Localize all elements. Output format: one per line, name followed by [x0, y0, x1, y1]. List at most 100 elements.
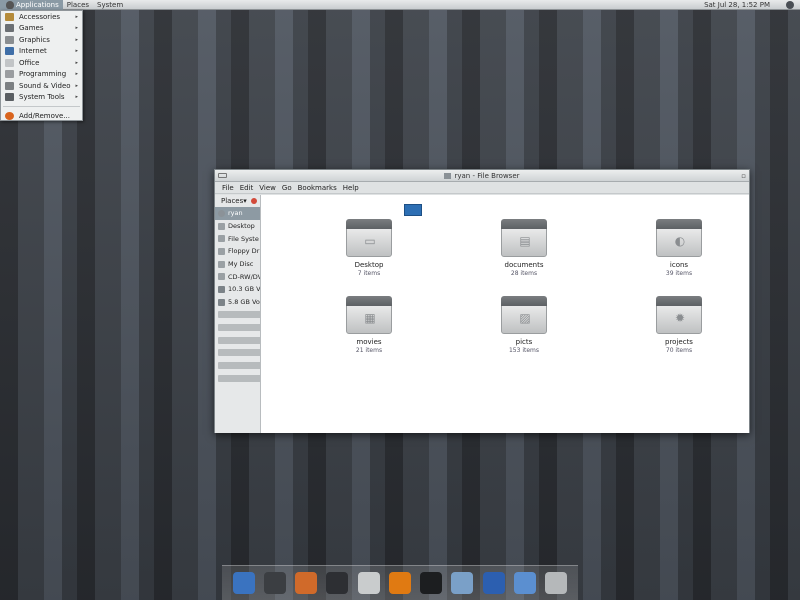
sidebar-item[interactable]: CD-RW/DV [215, 270, 260, 283]
harddisk-icon[interactable] [545, 572, 568, 594]
system-menu[interactable]: System [93, 0, 127, 10]
menu-item-accessories[interactable]: Accessories ▸ [1, 11, 82, 23]
folder-item[interactable]: ▦ movies 21 items [329, 296, 409, 354]
menu-edit[interactable]: Edit [237, 184, 257, 192]
folder-item[interactable]: ✹ projects 70 items [639, 296, 719, 354]
text-editor-icon[interactable] [451, 572, 474, 594]
sidebar-item[interactable]: Desktop [215, 220, 260, 233]
sidebar-item[interactable]: documen [215, 359, 260, 372]
desktop-icon [218, 222, 225, 230]
sidebar-item[interactable]: projects [215, 372, 260, 385]
drive-icon [218, 298, 225, 306]
menu-file[interactable]: File [219, 184, 237, 192]
power-icon[interactable] [786, 1, 794, 9]
disc-icon [218, 260, 225, 268]
menu-item-label: Games [19, 24, 44, 33]
sound-video-icon [5, 81, 14, 90]
sidebar-item[interactable]: .icons [215, 309, 260, 322]
folder-item-count: 7 items [357, 270, 381, 277]
chat-icon[interactable] [482, 572, 505, 594]
menu-item-games[interactable]: Games ▸ [1, 23, 82, 35]
folder-item-count: 70 items [665, 347, 693, 354]
sidebar-item[interactable]: My Disc [215, 258, 260, 271]
places-menu[interactable]: Places [63, 0, 93, 10]
menu-item-add-remove[interactable]: Add/Remove... [1, 110, 82, 122]
folder-name: icons [669, 261, 689, 269]
mail-icon[interactable] [326, 572, 349, 594]
gnome-foot-icon [6, 0, 14, 9]
sidebar-item[interactable]: 5.8 GB Vo [215, 296, 260, 309]
calculator-icon[interactable] [357, 572, 380, 594]
window-controls-icon[interactable]: ▫ [741, 172, 746, 180]
submenu-arrow-icon: ▸ [75, 36, 78, 43]
folder-name: Desktop [354, 261, 384, 269]
office-icon [5, 58, 14, 67]
folder-emblem-icon: ▤ [519, 234, 531, 248]
sidebar-item[interactable]: movies [215, 334, 260, 347]
folder-icon: ▦ [346, 296, 392, 334]
applications-dropdown: Accessories ▸ Games ▸ Graphics ▸ Internet ▸ Offi… [0, 10, 83, 121]
menu-item-label: Sound & Video [19, 81, 71, 90]
window-titlebar[interactable]: ryan - File Browser ▫ [215, 170, 749, 182]
menu-view[interactable]: View [256, 184, 279, 192]
folder-item-count: 28 items [510, 270, 538, 277]
close-sidebar-icon[interactable] [251, 198, 257, 204]
menu-item-sound-video[interactable]: Sound & Video ▸ [1, 80, 82, 92]
folder-emblem-icon: ▨ [519, 311, 531, 325]
selection-tag-icon [404, 204, 422, 216]
folder-icon [218, 311, 260, 319]
folder-icon: ▨ [501, 296, 547, 334]
clock-icon[interactable] [263, 572, 286, 594]
menu-item-label: Office [19, 58, 40, 67]
internet-icon [5, 47, 14, 56]
sidebar-item[interactable]: 10.3 GB V [215, 283, 260, 296]
accessories-icon [5, 12, 14, 21]
panel-clock[interactable]: Sat Jul 28, 1:52 PM [704, 0, 770, 10]
folder-item[interactable]: ◐ icons 39 items [639, 219, 719, 277]
folder-icon: ✹ [656, 296, 702, 334]
sidebar-item[interactable]: File Syste [215, 232, 260, 245]
folder-emblem-icon: ✹ [674, 311, 686, 325]
folder-item[interactable]: ▨ picts 153 items [484, 296, 564, 354]
menu-item-internet[interactable]: Internet ▸ [1, 46, 82, 58]
home-icon [218, 209, 225, 217]
folder-item-count: 21 items [355, 347, 383, 354]
menu-item-label: System Tools [19, 93, 65, 102]
finder-icon[interactable] [232, 572, 255, 594]
browser-icon[interactable] [514, 572, 537, 594]
menu-bookmarks[interactable]: Bookmarks [295, 184, 340, 192]
vlc-icon[interactable] [388, 572, 411, 594]
filesystem-icon [218, 235, 225, 243]
drive-icon [218, 285, 225, 293]
menu-item-system-tools[interactable]: System Tools ▸ [1, 92, 82, 104]
add-remove-icon [5, 111, 14, 120]
menu-go[interactable]: Go [279, 184, 295, 192]
sidebar-item[interactable]: .themes [215, 347, 260, 360]
folder-item[interactable]: ▤ documents 28 items [484, 219, 564, 277]
menu-item-graphics[interactable]: Graphics ▸ [1, 34, 82, 46]
menu-item-programming[interactable]: Programming ▸ [1, 69, 82, 81]
folder-name: projects [665, 338, 693, 346]
submenu-arrow-icon: ▸ [75, 13, 78, 20]
menu-item-label: Programming [19, 70, 67, 79]
window-menu-icon[interactable] [218, 173, 227, 178]
applications-label: Applications [16, 0, 59, 9]
firefox-icon[interactable] [295, 572, 318, 594]
menu-item-office[interactable]: Office ▸ [1, 57, 82, 69]
sidebar-item-label: ryan [228, 209, 243, 218]
menu-help[interactable]: Help [340, 184, 362, 192]
sidebar-item[interactable]: ryan [215, 207, 260, 220]
sidebar-item[interactable]: Floppy Dr [215, 245, 260, 258]
folder-name: picts [515, 338, 533, 346]
applications-menu[interactable]: Applications [0, 0, 63, 10]
menu-item-label: Add/Remove... [19, 111, 70, 120]
chevron-down-icon: ▾ [243, 197, 247, 205]
sidebar-item[interactable]: icons [215, 321, 260, 334]
sidebar-item-label: 5.8 GB Vo [228, 298, 260, 307]
submenu-arrow-icon: ▸ [75, 59, 78, 66]
folder-item[interactable]: ▭ Desktop 7 items [329, 219, 409, 277]
folder-emblem-icon: ◐ [674, 234, 686, 248]
folder-emblem-icon: ▦ [364, 311, 376, 325]
terminal-icon[interactable] [420, 572, 443, 594]
system-tools-icon [5, 93, 14, 102]
